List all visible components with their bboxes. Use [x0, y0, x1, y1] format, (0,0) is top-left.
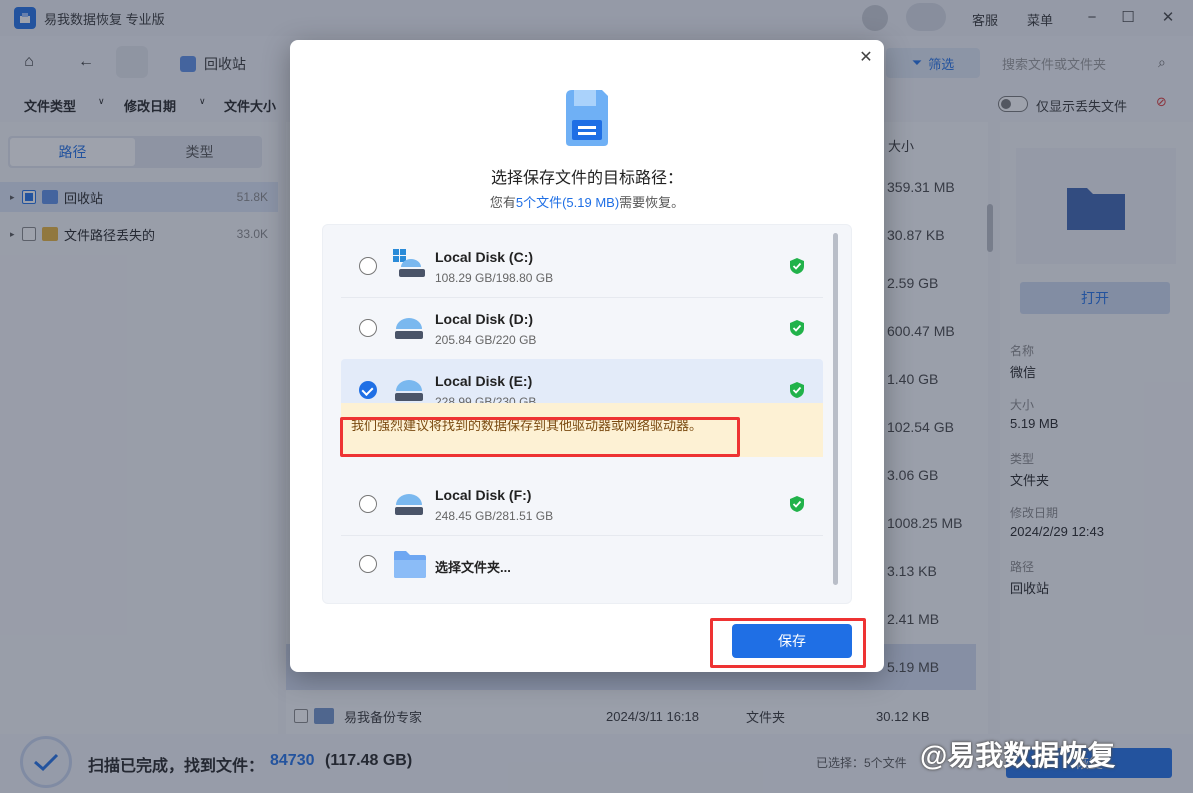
disk-capacity: 108.29 GB/198.80 GB [435, 271, 554, 285]
shield-check-icon [790, 320, 804, 336]
drive-icon [395, 318, 423, 339]
subtitle-suffix: 需要恢复。 [619, 195, 685, 210]
subtitle-prefix: 您有 [489, 195, 516, 210]
choose-folder-option[interactable]: 选择文件夹... [341, 535, 823, 595]
shield-check-icon [790, 496, 804, 512]
disk-name: Local Disk (E:) [435, 373, 533, 389]
disk-list-scrollbar[interactable] [833, 233, 838, 585]
disk-name: Local Disk (F:) [435, 487, 532, 503]
folder-icon [394, 551, 426, 578]
dialog-subtitle: 您有5个文件(5.19 MB)需要恢复。 [290, 192, 884, 211]
drive-icon [395, 494, 423, 515]
disk-name: Local Disk (D:) [435, 311, 534, 327]
warning-highlight-frame [340, 417, 740, 457]
disk-radio[interactable] [359, 319, 377, 337]
watermark: @易我数据恢复 [920, 740, 1116, 771]
disk-capacity: 248.45 GB/281.51 GB [435, 509, 554, 523]
choose-folder-label: 选择文件夹... [435, 560, 511, 575]
disk-name: Local Disk (C:) [435, 249, 534, 265]
disk-radio[interactable] [359, 495, 377, 513]
subtitle-highlight: 5个文件(5.19 MB) [515, 195, 620, 210]
dialog-title: 选择保存文件的目标路径： [490, 170, 683, 187]
disk-radio-checked[interactable] [359, 381, 377, 399]
shield-check-icon [790, 258, 804, 274]
disk-option-f[interactable]: Local Disk (F:) 248.45 GB/281.51 GB [341, 473, 823, 533]
disk-capacity: 205.84 GB/220 GB [435, 333, 537, 347]
save-disk-icon [566, 90, 608, 146]
disk-option-c[interactable]: Local Disk (C:) 108.29 GB/198.80 GB [341, 235, 823, 295]
close-icon[interactable]: ✕ [856, 48, 876, 68]
shield-check-icon [790, 382, 804, 398]
save-button[interactable]: 保存 [732, 624, 852, 658]
disk-radio[interactable] [359, 257, 377, 275]
drive-icon [395, 380, 423, 401]
folder-radio[interactable] [359, 555, 377, 573]
disk-option-d[interactable]: Local Disk (D:) 205.84 GB/220 GB [341, 297, 823, 357]
save-location-dialog: ✕ 选择保存文件的目标路径： 您有5个文件(5.19 MB)需要恢复。 Loca… [290, 40, 884, 672]
disk-list: Local Disk (C:) 108.29 GB/198.80 GB Loca… [322, 224, 852, 604]
system-drive-icon [393, 249, 425, 277]
